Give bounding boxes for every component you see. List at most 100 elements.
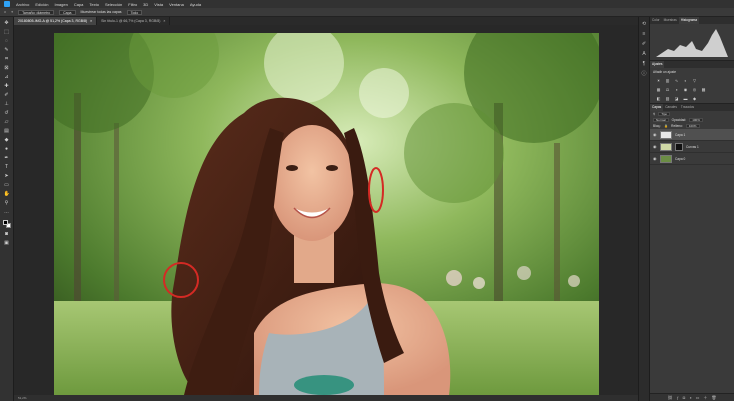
levels-icon[interactable]: ▥ — [665, 78, 670, 83]
link-icon[interactable]: ⛓ — [667, 395, 672, 400]
brush-panel-icon[interactable]: ✐ — [641, 41, 647, 47]
dodge-tool-icon[interactable]: ● — [4, 146, 10, 152]
properties-panel-icon[interactable]: ≡ — [641, 31, 647, 37]
menu-3d[interactable]: 3D — [143, 2, 148, 7]
gradient-tool-icon[interactable]: ▤ — [4, 128, 10, 134]
tool-preset-icon[interactable]: ⌖ — [11, 10, 13, 14]
layer-filter-select[interactable]: Tipo — [658, 111, 671, 117]
close-icon[interactable]: × — [163, 17, 165, 25]
fill-input[interactable]: 100% — [685, 123, 700, 129]
screen-mode-icon[interactable]: ▣ — [4, 240, 10, 246]
tab-swatches[interactable]: Muestras — [662, 17, 679, 24]
menu-edicion[interactable]: Edición — [35, 2, 48, 7]
photo-filter-icon[interactable]: ◉ — [683, 87, 688, 92]
menu-texto[interactable]: Texto — [89, 2, 99, 7]
layer-name[interactable]: Capa 1 — [675, 133, 685, 137]
quick-mask-icon[interactable]: ◙ — [4, 231, 10, 237]
history-brush-tool-icon[interactable]: ↺ — [4, 110, 10, 116]
home-icon[interactable]: ⌂ — [4, 10, 6, 14]
move-tool-icon[interactable]: ✥ — [4, 20, 10, 26]
tab-histogram[interactable]: Histograma — [678, 17, 700, 24]
tab-channels[interactable]: Canales — [663, 104, 679, 111]
layer-name[interactable]: Capa 0 — [675, 157, 685, 161]
tab-adjustments[interactable]: Ajustes — [650, 61, 665, 68]
hand-tool-icon[interactable]: ✋ — [4, 191, 10, 197]
menu-ayuda[interactable]: Ayuda — [190, 2, 201, 7]
brightness-contrast-icon[interactable]: ☀ — [656, 78, 661, 83]
hue-saturation-icon[interactable]: ▦ — [656, 87, 661, 92]
quick-select-tool-icon[interactable]: ✎ — [4, 47, 10, 53]
color-swatches[interactable] — [2, 220, 11, 228]
close-icon[interactable]: × — [90, 17, 92, 25]
character-panel-icon[interactable]: A — [641, 51, 647, 57]
menu-imagen[interactable]: Imagen — [54, 2, 67, 7]
paragraph-panel-icon[interactable]: ¶ — [641, 61, 647, 67]
eye-icon[interactable]: ◉ — [653, 132, 657, 137]
rectangle-tool-icon[interactable]: ▭ — [4, 182, 10, 188]
zoom-tool-icon[interactable]: ⚲ — [4, 200, 10, 206]
menu-capa[interactable]: Capa — [74, 2, 84, 7]
fx-icon[interactable]: ƒ — [677, 395, 679, 400]
sample-all-layers-checkbox[interactable]: Muestrear todas las capas — [81, 10, 122, 14]
canvas-area[interactable] — [14, 25, 638, 395]
history-panel-icon[interactable]: ⟲ — [641, 21, 647, 27]
document-canvas-image[interactable] — [54, 33, 599, 395]
threshold-icon[interactable]: ◪ — [674, 96, 679, 101]
layer-row[interactable]: ◉ Curvas 1 — [650, 141, 734, 153]
menu-vista[interactable]: Vista — [154, 2, 163, 7]
curves-icon[interactable]: ∿ — [674, 78, 679, 83]
layer-row[interactable]: ◉ Capa 1 — [650, 129, 734, 141]
crop-tool-icon[interactable]: ⌗ — [4, 56, 10, 62]
eye-icon[interactable]: ◉ — [653, 156, 657, 161]
foreground-color-swatch[interactable] — [2, 220, 8, 225]
marquee-tool-icon[interactable]: ⬚ — [4, 29, 10, 35]
trash-icon[interactable]: 🗑 — [711, 395, 716, 400]
color-lookup-icon[interactable]: ▩ — [701, 87, 706, 92]
clone-stamp-tool-icon[interactable]: ⊥ — [4, 101, 10, 107]
menu-seleccion[interactable]: Selección — [105, 2, 122, 7]
eyedropper-tool-icon[interactable]: ⊿ — [4, 74, 10, 80]
color-balance-icon[interactable]: ⚖ — [665, 87, 670, 92]
pen-tool-icon[interactable]: ✒ — [4, 155, 10, 161]
folder-icon[interactable]: ▭ — [696, 395, 700, 400]
add-mask-icon[interactable]: ◘ — [683, 395, 685, 400]
blend-mode-select[interactable]: Normal — [653, 117, 669, 123]
sample-size-select[interactable]: Tamaño: diámetro — [18, 9, 55, 15]
layer-mask-thumbnail[interactable] — [675, 142, 683, 151]
black-white-icon[interactable]: ◑ — [674, 87, 679, 92]
info-panel-icon[interactable]: ⓘ — [641, 71, 647, 77]
frame-tool-icon[interactable]: ⊠ — [4, 65, 10, 71]
eraser-tool-icon[interactable]: ▱ — [4, 119, 10, 125]
channel-mixer-icon[interactable]: ◎ — [692, 87, 697, 92]
posterize-icon[interactable]: ▨ — [665, 96, 670, 101]
document-tab-active[interactable]: 20180805-IMG-A @ 51,2% (Capa 3, RGB/8) × — [14, 17, 98, 25]
vibrance-icon[interactable]: ▽ — [692, 78, 697, 83]
path-selection-tool-icon[interactable]: ➤ — [4, 173, 10, 179]
selective-color-icon[interactable]: ◆ — [692, 96, 697, 101]
type-tool-icon[interactable]: T — [4, 164, 10, 170]
tab-color[interactable]: Color — [650, 17, 662, 24]
menu-filtro[interactable]: Filtro — [128, 2, 137, 7]
eye-icon[interactable]: ◉ — [653, 144, 657, 149]
adjustment-layer-icon[interactable]: ◑ — [689, 395, 691, 400]
more-tools-icon[interactable]: … — [4, 209, 10, 215]
blur-tool-icon[interactable]: ◆ — [4, 137, 10, 143]
opacity-input[interactable]: 100% — [689, 117, 703, 123]
layer-row[interactable]: ◉ Capa 0 — [650, 153, 734, 165]
new-layer-icon[interactable]: ＋ — [703, 395, 707, 401]
healing-brush-tool-icon[interactable]: ✚ — [4, 83, 10, 89]
tab-layers[interactable]: Capas — [650, 104, 664, 111]
zoom-readout[interactable]: 51,2% — [18, 396, 27, 400]
sample-layer-select[interactable]: Capa — [59, 9, 76, 15]
invert-icon[interactable]: ◧ — [656, 96, 661, 101]
menu-archivo[interactable]: Archivo — [16, 2, 29, 7]
exposure-icon[interactable]: ◐ — [683, 78, 688, 83]
brush-tool-icon[interactable]: ✐ — [4, 92, 10, 98]
lock-icon[interactable]: 🔒 — [664, 124, 668, 128]
document-tab[interactable]: Sin título-1 @ 66,7% (Capa 3, RGB/8) × — [97, 17, 171, 25]
gradient-map-icon[interactable]: ▬ — [683, 96, 688, 101]
lasso-tool-icon[interactable]: ◌ — [4, 38, 10, 44]
tab-paths[interactable]: Trazados — [679, 104, 696, 111]
scope-select[interactable]: Todo — [126, 9, 143, 15]
layer-name[interactable]: Curvas 1 — [686, 145, 699, 149]
